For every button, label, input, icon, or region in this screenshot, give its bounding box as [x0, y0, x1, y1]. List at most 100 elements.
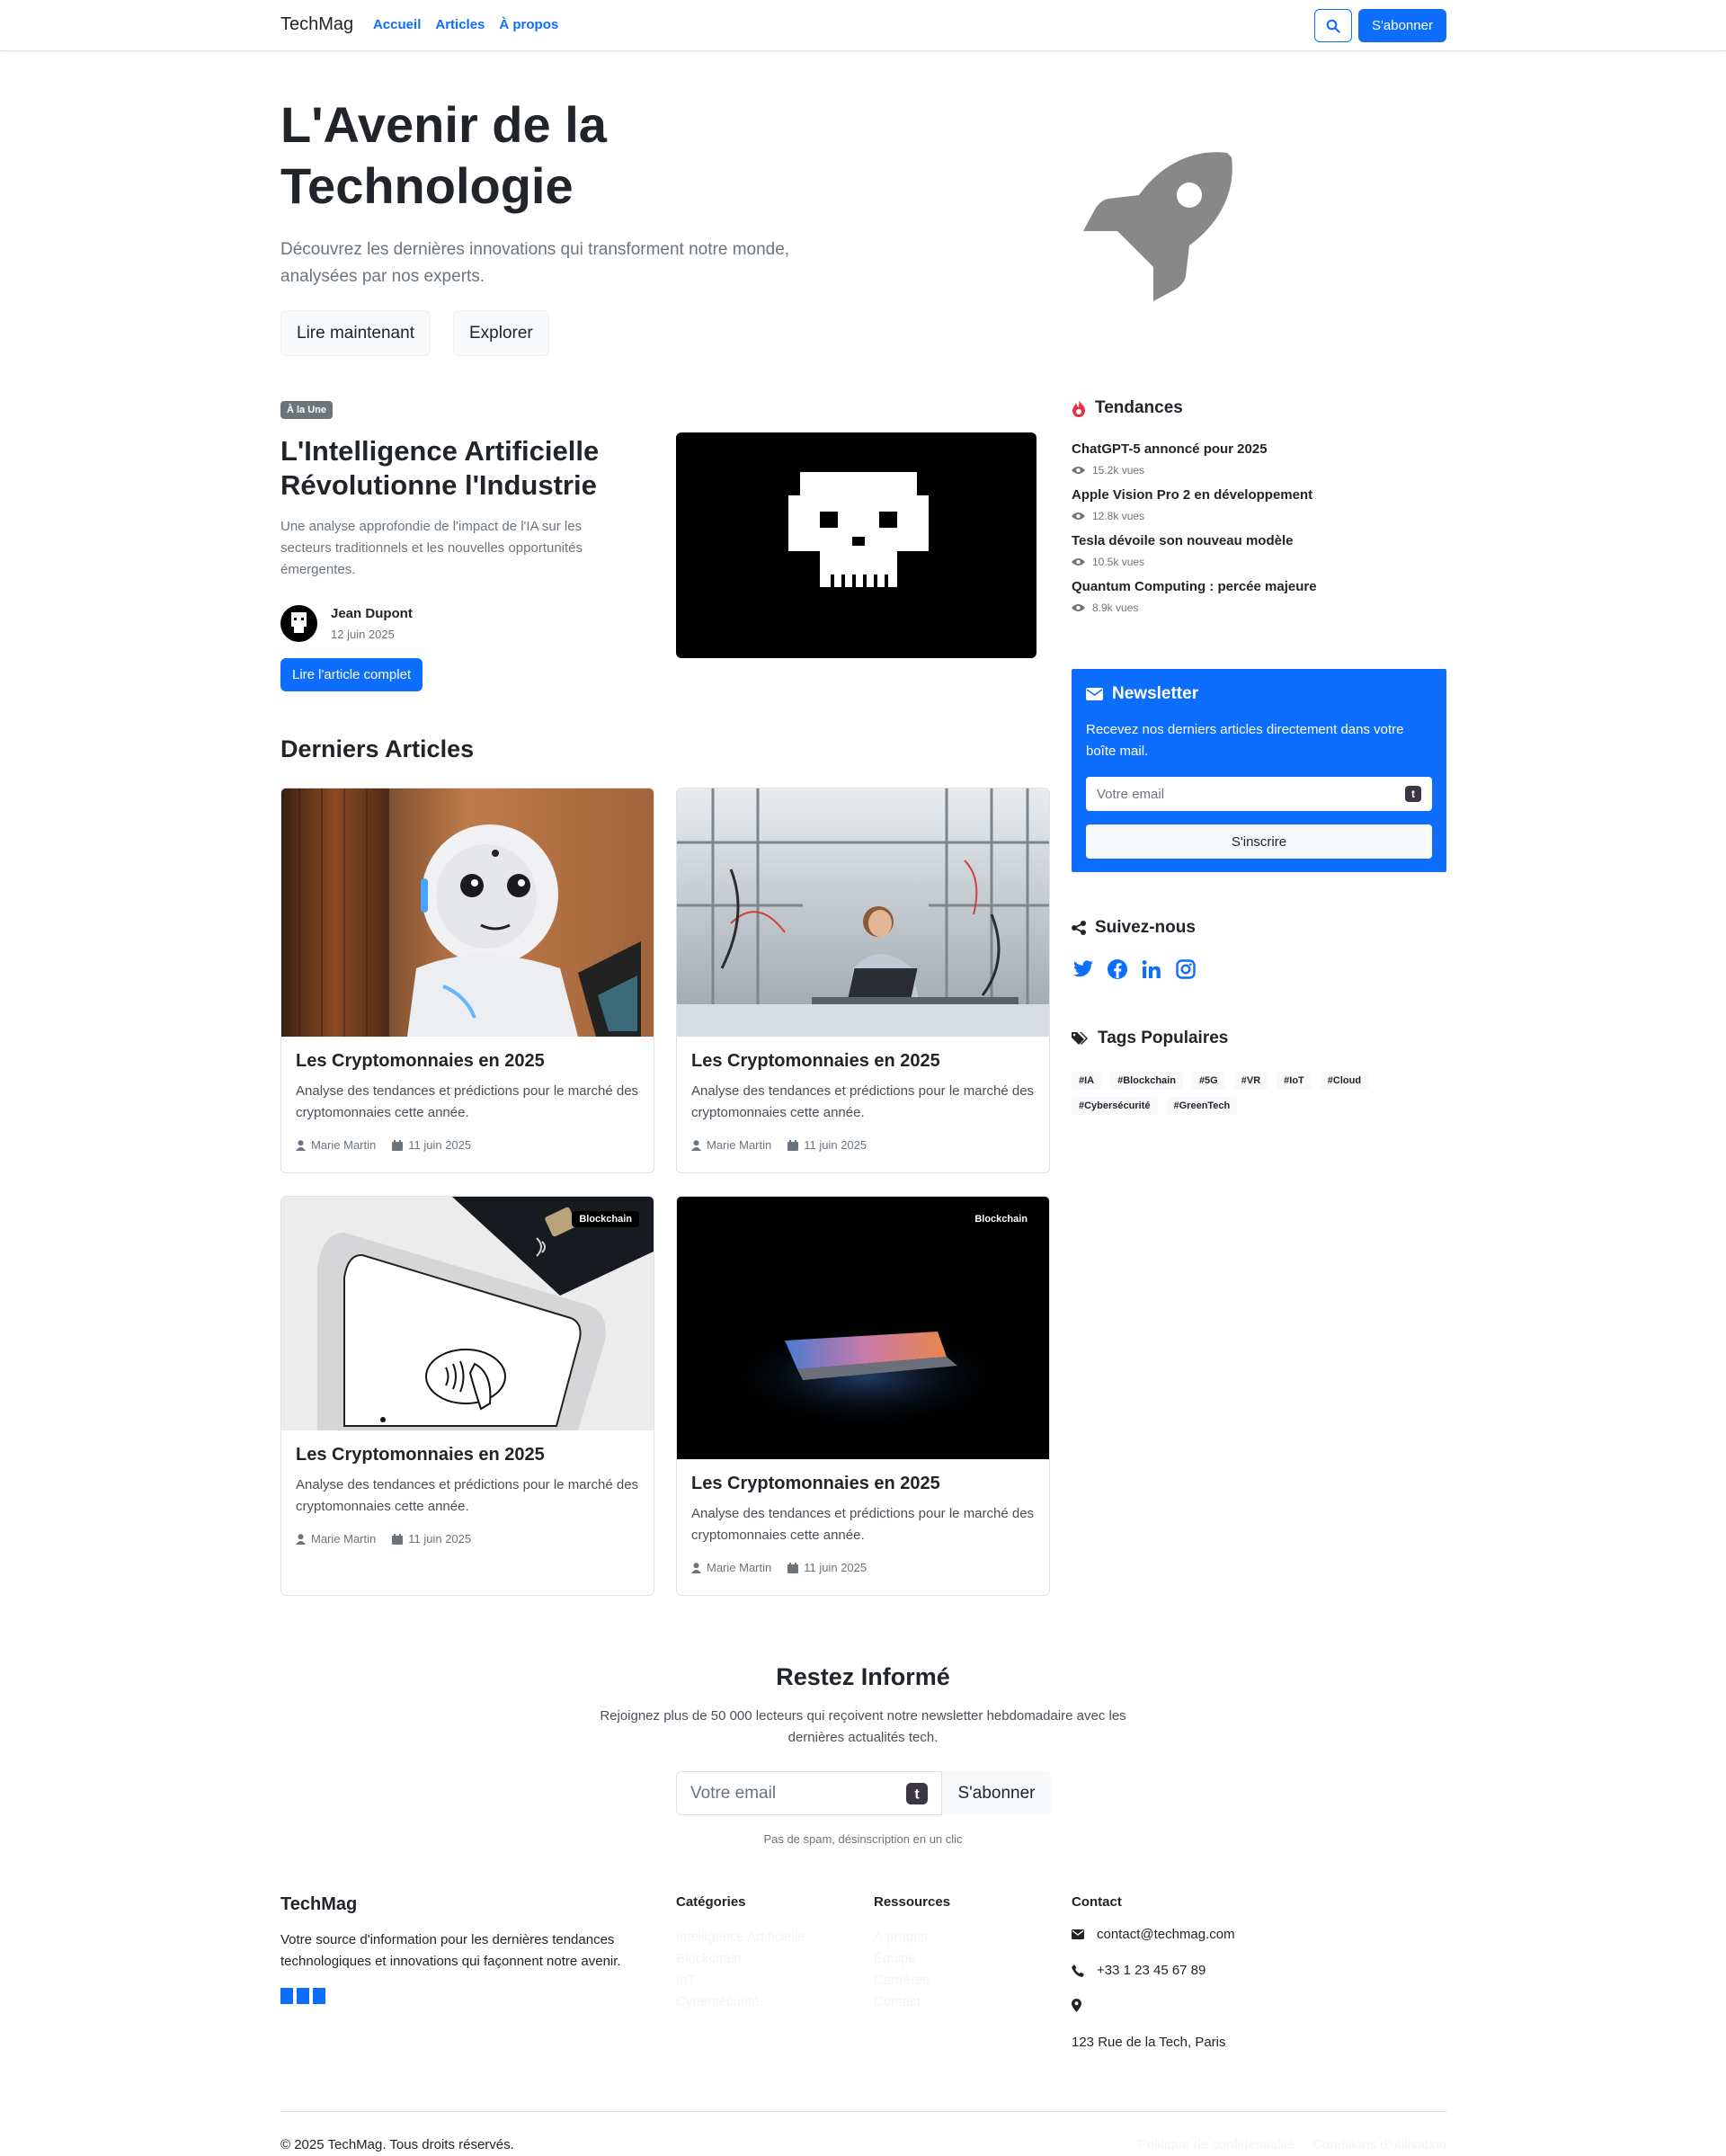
footer-description: Votre source d'information pour les dern…	[280, 1932, 621, 1969]
instagram-icon[interactable]	[1174, 958, 1197, 980]
article-card[interactable]: Les Cryptomonnaies en 2025 Analyse des t…	[280, 788, 654, 1173]
eye-icon	[1072, 604, 1085, 611]
article-author: Marie Martin	[311, 1138, 377, 1152]
author-avatar	[280, 605, 317, 642]
stay-informed-subscribe-button[interactable]: S'abonner	[942, 1771, 1051, 1815]
newsletter-subscribe-button[interactable]: S'inscrire	[1086, 824, 1432, 859]
contact-address: 123 Rue de la Tech, Paris	[1072, 2035, 1226, 2050]
footer-link[interactable]: Intelligence Artificielle	[676, 1927, 805, 1948]
search-icon	[1326, 19, 1340, 33]
nav-link-accueil[interactable]: Accueil	[373, 17, 421, 32]
article-date: 11 juin 2025	[408, 1532, 472, 1546]
subscribe-button[interactable]: S'abonner	[1358, 9, 1446, 42]
trend-title[interactable]: Apple Vision Pro 2 en développement	[1072, 487, 1312, 503]
explore-button[interactable]: Explorer	[453, 310, 549, 356]
contact-phone-text[interactable]: +33 1 23 45 67 89	[1097, 1963, 1206, 1978]
article-date: 12 juin 2025	[331, 628, 395, 641]
featured-title[interactable]: L'Intelligence Artificielle Révolutionne…	[280, 434, 676, 503]
tag-vr[interactable]: #VR	[1233, 1072, 1268, 1090]
user-icon	[296, 1533, 306, 1545]
stay-informed-email-placeholder: Votre email	[690, 1783, 777, 1803]
article-author: Marie Martin	[707, 1561, 772, 1574]
contact-email[interactable]: contact@techmag.com	[1072, 1927, 1235, 1942]
article-title[interactable]: Les Cryptomonnaies en 2025	[296, 1051, 639, 1072]
read-full-article-button[interactable]: Lire l'article complet	[280, 658, 423, 691]
eye-icon	[1072, 558, 1085, 566]
contact-phone[interactable]: +33 1 23 45 67 89	[1072, 1963, 1206, 1978]
trends-heading: Tendances	[1072, 398, 1183, 418]
nav-link-articles[interactable]: Articles	[435, 17, 485, 32]
hero-title: L'Avenir de la Technologie	[280, 96, 607, 214]
tag-greentech[interactable]: #GreenTech	[1166, 1097, 1238, 1115]
footer-link[interactable]: Blockchain	[676, 1948, 805, 1970]
footer-linkedin-icon[interactable]	[313, 1988, 325, 2004]
facebook-icon[interactable]	[1106, 958, 1129, 980]
read-now-button[interactable]: Lire maintenant	[280, 310, 431, 356]
brand-logo[interactable]: TechMag	[280, 14, 353, 35]
newsletter-email-input[interactable]: Votre email t	[1086, 777, 1432, 811]
featured-description: Une analyse approfondie de l'impact de l…	[280, 519, 583, 577]
footer-resources-title: Ressources	[874, 1894, 951, 1910]
article-excerpt: Analyse des tendances et prédictions pou…	[691, 1506, 1035, 1543]
article-author: Marie Martin	[311, 1532, 377, 1546]
newsletter-text: Recevez nos derniers articles directemen…	[1086, 722, 1404, 759]
footer-social-links	[280, 1988, 325, 2004]
tag-cloud[interactable]: #Cloud	[1320, 1072, 1369, 1090]
tag-iot[interactable]: #IoT	[1277, 1072, 1312, 1090]
article-card[interactable]: Blockchain Les Cryptomonnaies en 2025 An…	[280, 1196, 654, 1596]
article-title[interactable]: Les Cryptomonnaies en 2025	[691, 1474, 1035, 1494]
password-manager-icon[interactable]: t	[906, 1782, 928, 1804]
follow-title: Suivez-nous	[1095, 918, 1196, 937]
article-card[interactable]: Blockchain Les Cryptomonnaies en 2025 An…	[676, 1196, 1050, 1596]
privacy-link[interactable]: Politique de confidentialité	[1138, 2137, 1294, 2152]
trend-title[interactable]: Quantum Computing : percée majeure	[1072, 579, 1317, 594]
footer-link[interactable]: Équipe	[874, 1948, 930, 1970]
footer-link[interactable]: À propos	[874, 1927, 930, 1948]
trend-title[interactable]: Tesla dévoile son nouveau modèle	[1072, 533, 1293, 548]
featured-image[interactable]	[676, 432, 1036, 658]
calendar-icon	[392, 1139, 404, 1151]
password-manager-icon[interactable]: t	[1405, 786, 1421, 802]
trend-views: 15.2k vues	[1092, 464, 1145, 477]
user-icon	[296, 1139, 306, 1151]
tags-title: Tags Populaires	[1098, 1029, 1229, 1047]
trend-item[interactable]: Quantum Computing : percée majeure 8.9k …	[1072, 579, 1317, 614]
footer-facebook-icon[interactable]	[297, 1988, 309, 2004]
article-title[interactable]: Les Cryptomonnaies en 2025	[691, 1051, 1035, 1072]
footer-link[interactable]: Contact	[874, 1991, 930, 2013]
footer-twitter-icon[interactable]	[280, 1988, 293, 2004]
navbar: TechMag Accueil Articles À propos S'abon…	[0, 0, 1726, 51]
article-card[interactable]: Les Cryptomonnaies en 2025 Analyse des t…	[676, 788, 1050, 1173]
tag-ia[interactable]: #IA	[1072, 1072, 1102, 1090]
footer-resources-list: À propos Équipe Carrières Contact	[874, 1927, 930, 2013]
trend-title[interactable]: ChatGPT-5 annoncé pour 2025	[1072, 441, 1268, 457]
trend-item[interactable]: Apple Vision Pro 2 en développement 12.8…	[1072, 487, 1312, 522]
footer-link[interactable]: IoT	[676, 1970, 805, 1991]
article-title[interactable]: Les Cryptomonnaies en 2025	[296, 1445, 639, 1466]
eye-icon	[1072, 512, 1085, 520]
terms-link[interactable]: Conditions d'utilisation	[1312, 2137, 1446, 2152]
footer-link[interactable]: Cybersécurité	[676, 1991, 805, 2013]
tag-5g[interactable]: #5G	[1191, 1072, 1225, 1090]
category-badge: Blockchain	[572, 1211, 639, 1227]
tag-blockchain[interactable]: #Blockchain	[1110, 1072, 1183, 1090]
nav-link-a-propos[interactable]: À propos	[499, 17, 558, 32]
fire-icon	[1072, 399, 1085, 417]
calendar-icon	[787, 1139, 799, 1151]
contact-email-text[interactable]: contact@techmag.com	[1097, 1927, 1235, 1942]
trend-item[interactable]: Tesla dévoile son nouveau modèle 10.5k v…	[1072, 533, 1293, 568]
footer-link[interactable]: Carrières	[874, 1970, 930, 1991]
footer-brand: TechMag	[280, 1894, 358, 1914]
footer-contact-title: Contact	[1072, 1894, 1122, 1910]
stay-informed-email-input[interactable]: Votre email t	[676, 1771, 942, 1815]
footer-divider	[280, 2111, 1446, 2112]
hero-lead: Découvrez les dernières innovations qui …	[280, 240, 790, 286]
contact-location-marker	[1072, 1999, 1081, 2012]
contact-address-text: 123 Rue de la Tech, Paris	[1072, 2035, 1226, 2050]
search-button[interactable]	[1314, 9, 1352, 42]
trend-item[interactable]: ChatGPT-5 annoncé pour 2025 15.2k vues	[1072, 441, 1268, 477]
twitter-icon[interactable]	[1072, 958, 1095, 980]
article-image	[281, 788, 654, 1037]
linkedin-icon[interactable]	[1140, 958, 1163, 980]
tag-cybersecurite[interactable]: #Cybersécurité	[1072, 1097, 1158, 1115]
